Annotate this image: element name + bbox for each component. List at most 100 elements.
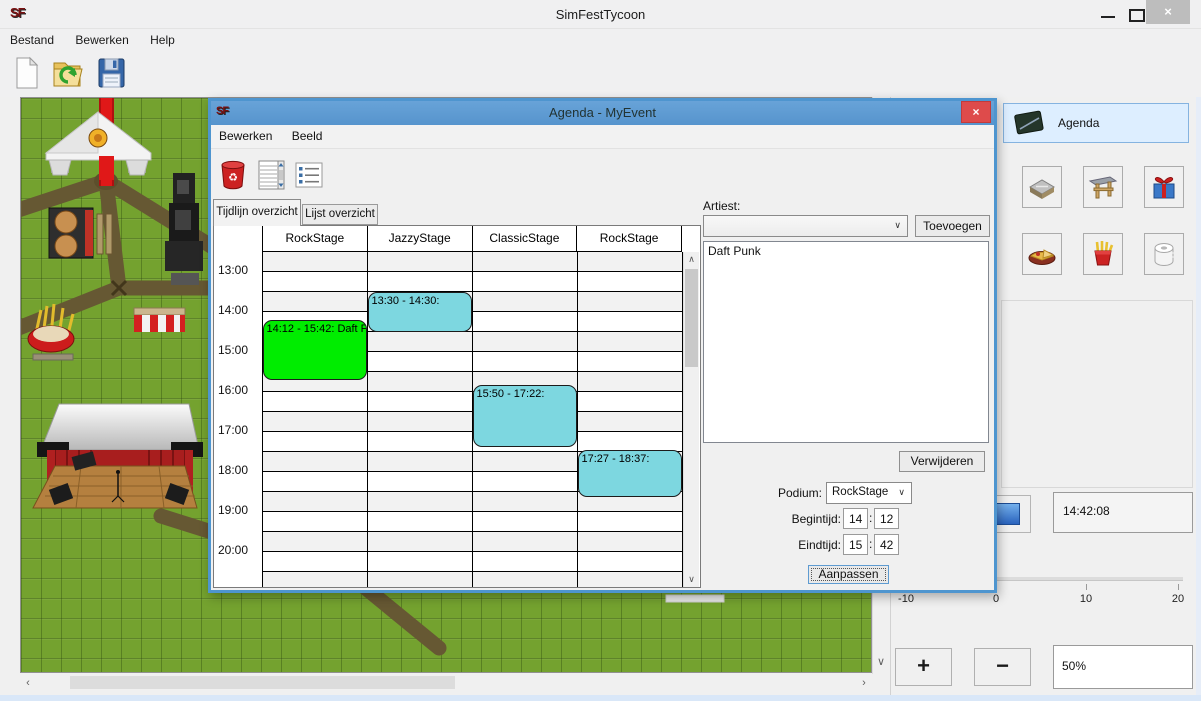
close-button[interactable]: × — [1146, 0, 1190, 24]
begin-hour-field[interactable]: 14 — [843, 508, 868, 529]
artist-combo[interactable]: ∨ — [703, 215, 908, 237]
begin-minute-field[interactable]: 12 — [874, 508, 899, 529]
minimize-icon[interactable] — [1101, 16, 1115, 18]
stage-column-header: RockStage — [576, 226, 681, 251]
dialog-menu-beeld[interactable]: Beeld — [292, 125, 323, 148]
time-axis-label: 18:00 — [218, 463, 248, 477]
list-view-button[interactable] — [291, 156, 327, 194]
maximize-icon[interactable] — [1129, 9, 1145, 22]
dialog-title: Agenda - MyEvent — [211, 105, 994, 120]
artist-list-item[interactable]: Daft Punk — [704, 242, 988, 260]
artist-label: Artiest: — [703, 199, 740, 213]
stage-column-header: ClassicStage — [472, 226, 577, 251]
minimize-button[interactable] — [1090, 4, 1122, 24]
podium-combo[interactable]: RockStage ∨ — [826, 482, 912, 504]
slider-tick-label: 10 — [1080, 593, 1092, 605]
road-icon — [1026, 171, 1058, 203]
dialog-menu-bewerken[interactable]: Bewerken — [219, 125, 272, 148]
build-button-gift[interactable] — [1144, 166, 1184, 208]
agenda-button[interactable]: Agenda — [1003, 103, 1189, 143]
dialog-close-button[interactable]: × — [961, 101, 991, 123]
apply-button[interactable]: Aanpassen — [808, 565, 889, 584]
open-file-icon — [51, 56, 85, 90]
time-axis-label: 17:00 — [218, 423, 248, 437]
scroll-left-icon[interactable]: ‹ — [20, 675, 36, 691]
zoom-level-value: 50% — [1053, 645, 1193, 689]
stage-header-row: RockStageJazzyStageClassicStageRockStage — [262, 226, 682, 252]
delete-event-button[interactable]: ♻ — [215, 156, 251, 194]
zoom-in-button[interactable]: + — [895, 648, 952, 686]
menu-help[interactable]: Help — [150, 29, 175, 51]
schedule-event[interactable]: 15:50 - 17:22: — [473, 385, 577, 446]
stage-column-header: JazzyStage — [367, 226, 472, 251]
end-minute-field[interactable]: 42 — [874, 534, 899, 555]
schedule-event[interactable]: 14:12 - 15:42: Daft Punk — [263, 320, 367, 380]
app-title: SimFestTycoon — [0, 7, 1201, 22]
chevron-down-icon: ∨ — [898, 487, 905, 498]
toilet-paper-icon — [1148, 238, 1180, 270]
tab-tijdlijn-overzicht[interactable]: Tijdlijn overzicht — [213, 199, 301, 226]
end-hour-field[interactable]: 15 — [843, 534, 868, 555]
grid-scroll-down-icon[interactable]: ∨ — [684, 572, 699, 587]
gate-icon — [1087, 171, 1119, 203]
gift-icon — [1148, 171, 1180, 203]
time-axis-label: 16:00 — [218, 383, 248, 397]
slider-tick — [1086, 584, 1087, 590]
trash-icon: ♻ — [218, 158, 248, 192]
build-button-road[interactable] — [1022, 166, 1062, 208]
remove-artist-button[interactable]: Verwijderen — [899, 451, 985, 472]
time-axis-label: 20:00 — [218, 543, 248, 557]
main-toolbar — [0, 51, 1201, 97]
fries-icon — [1087, 238, 1119, 270]
dialog-menubar: Bewerken Beeld — [211, 125, 994, 149]
stage-column-header: RockStage — [262, 226, 367, 251]
menu-bestand[interactable]: Bestand — [10, 29, 54, 51]
grid-scrollbar-thumb[interactable] — [685, 269, 698, 367]
slider-tick-label: 0 — [993, 593, 999, 605]
agenda-dialog: SF Agenda - MyEvent × Bewerken Beeld ♻ — [208, 98, 997, 593]
main-stage — [33, 404, 203, 508]
new-file-button[interactable] — [8, 54, 44, 92]
build-button-pizza[interactable] — [1022, 233, 1062, 275]
slider-tick-label: 20 — [1172, 593, 1184, 605]
grid-vertical-scrollbar[interactable]: ∧ ∨ — [683, 252, 699, 587]
map-horizontal-scrollbar[interactable]: ‹ › — [20, 674, 872, 691]
grid-scroll-up-icon[interactable]: ∧ — [684, 252, 699, 267]
window-right-edge — [1196, 97, 1201, 695]
list-view-icon — [294, 158, 324, 192]
open-file-button[interactable] — [50, 54, 86, 92]
main-titlebar: SF SimFestTycoon × — [0, 0, 1201, 28]
scroll-right-icon[interactable]: › — [856, 675, 872, 691]
time-axis-label: 13:00 — [218, 263, 248, 277]
podium-label: Podium: — [703, 486, 822, 500]
scroll-down-icon[interactable]: ∨ — [873, 654, 889, 670]
schedule-grid-body[interactable]: ∧ ∨ 13:0014:0015:0016:0017:0018:0019:002… — [214, 252, 700, 587]
schedule-event[interactable]: 17:27 - 18:37: — [578, 450, 682, 497]
entrance-tent — [46, 112, 151, 180]
play-pause-icon[interactable] — [994, 503, 1020, 525]
end-time-label: Eindtijd: — [703, 538, 841, 552]
artist-listbox[interactable]: Daft Punk — [703, 241, 989, 443]
schedule-event[interactable]: 13:30 - 14:30: — [368, 292, 472, 332]
zoom-out-button[interactable]: − — [974, 648, 1031, 686]
build-button-fries[interactable] — [1083, 233, 1123, 275]
menu-bewerken[interactable]: Bewerken — [75, 29, 128, 51]
time-axis-label: 15:00 — [218, 343, 248, 357]
scrollbar-thumb[interactable] — [70, 676, 455, 689]
main-menubar: Bestand Bewerken Help — [0, 28, 1201, 51]
add-artist-button[interactable]: Toevoegen — [915, 215, 990, 237]
dialog-toolbar: ♻ — [211, 149, 994, 197]
schedule-grid[interactable]: RockStageJazzyStageClassicStageRockStage… — [213, 225, 701, 588]
tab-lijst-overzicht[interactable]: Lijst overzicht — [302, 204, 378, 225]
build-button-gate[interactable] — [1083, 166, 1123, 208]
time-axis-label: 14:00 — [218, 303, 248, 317]
grid-column-line — [262, 252, 263, 587]
grid-column-line — [682, 252, 683, 587]
window-bottom-edge — [0, 695, 1201, 701]
build-button-toilet-paper[interactable] — [1144, 233, 1184, 275]
save-icon — [95, 56, 127, 90]
dialog-titlebar[interactable]: SF Agenda - MyEvent — [211, 101, 994, 125]
timeline-view-button[interactable] — [253, 156, 289, 194]
save-file-button[interactable] — [93, 54, 129, 92]
agenda-button-label: Agenda — [1058, 116, 1099, 130]
